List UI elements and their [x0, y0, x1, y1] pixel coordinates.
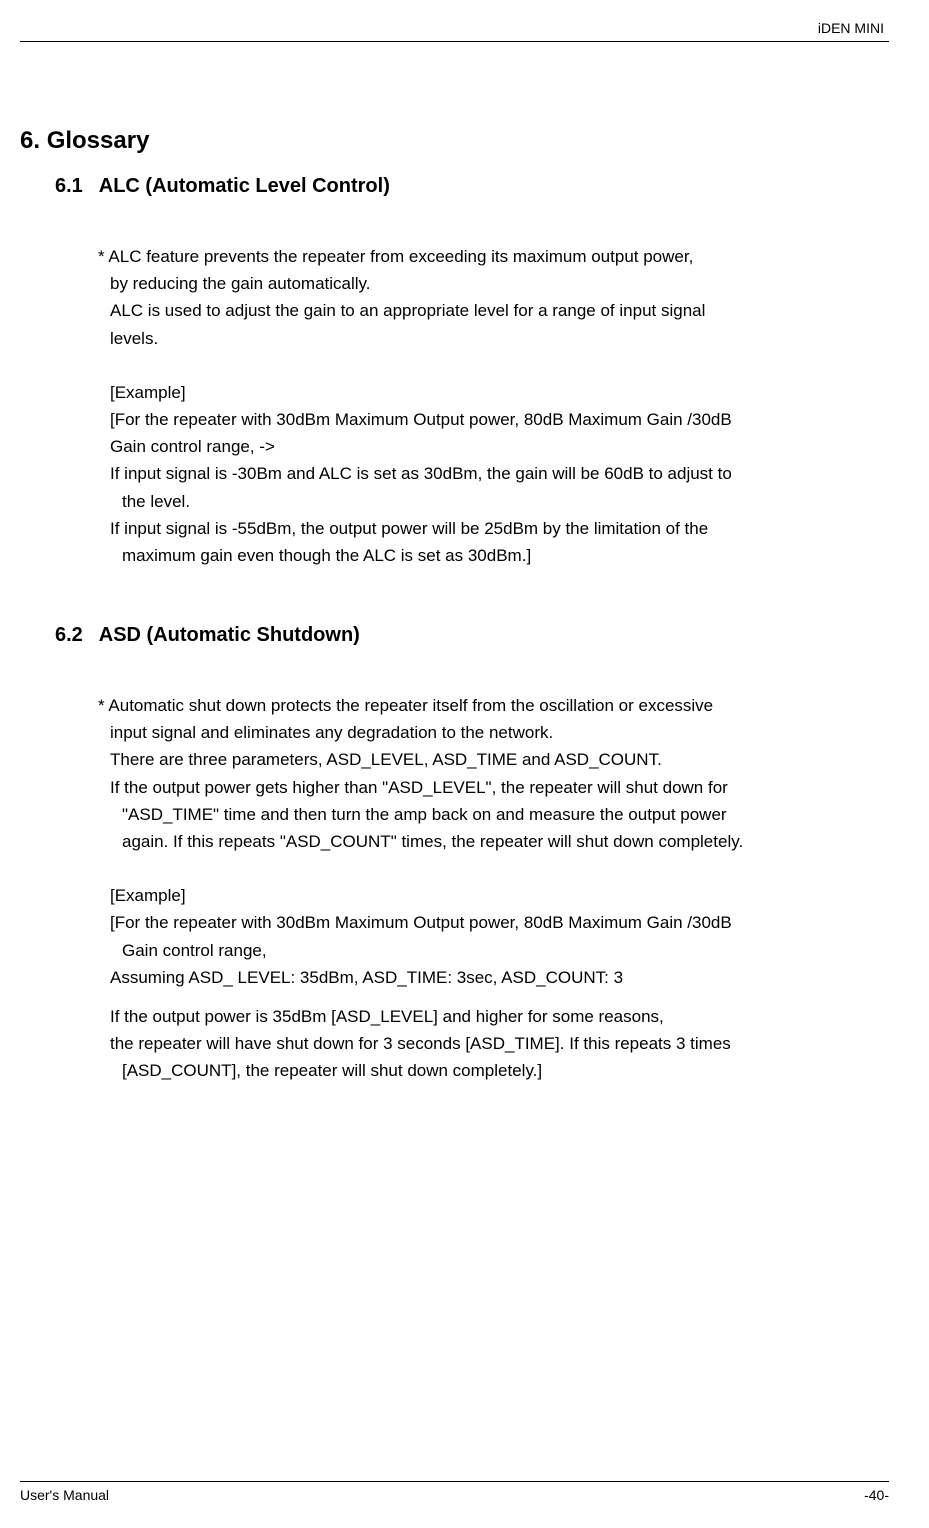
- section-number: 6.: [20, 127, 40, 154]
- page-footer: User's Manual -40-: [20, 1481, 889, 1503]
- text-line: [For the repeater with 30dBm Maximum Out…: [98, 909, 884, 936]
- subsection1-number: 6.1: [55, 175, 83, 197]
- text-line: [Example]: [98, 882, 884, 909]
- text-line: [ASD_COUNT], the repeater will shut down…: [98, 1057, 884, 1084]
- text-line: maximum gain even though the ALC is set …: [98, 542, 884, 569]
- subsection-title-1: 6.1 ALC (Automatic Level Control): [55, 175, 889, 198]
- text-line: ALC is used to adjust the gain to an app…: [98, 297, 884, 324]
- section-title-text: Glossary: [47, 127, 150, 154]
- text-line: input signal and eliminates any degradat…: [98, 719, 884, 746]
- subsection2-body: * Automatic shut down protects the repea…: [98, 692, 884, 1084]
- subsection1-title-text: ALC (Automatic Level Control): [99, 175, 390, 197]
- text-line: * Automatic shut down protects the repea…: [98, 692, 884, 719]
- text-line: the level.: [98, 488, 884, 515]
- text-line: Assuming ASD_ LEVEL: 35dBm, ASD_TIME: 3s…: [98, 964, 884, 991]
- subsection-title-2: 6.2 ASD (Automatic Shutdown): [55, 624, 889, 647]
- text-line: * ALC feature prevents the repeater from…: [98, 243, 884, 270]
- text-line: Gain control range,: [98, 937, 884, 964]
- subsection2-title-text: ASD (Automatic Shutdown): [99, 624, 360, 646]
- footer-right: -40-: [864, 1487, 889, 1503]
- text-line: again. If this repeats "ASD_COUNT" times…: [98, 828, 884, 855]
- text-line: If the output power is 35dBm [ASD_LEVEL]…: [98, 1003, 884, 1030]
- page-content: 6. Glossary 6.1 ALC (Automatic Level Con…: [20, 127, 889, 1085]
- page-header: iDEN MINI: [20, 20, 889, 42]
- footer-left: User's Manual: [20, 1487, 109, 1503]
- text-line: by reducing the gain automatically.: [98, 270, 884, 297]
- text-line: There are three parameters, ASD_LEVEL, A…: [98, 746, 884, 773]
- text-line: the repeater will have shut down for 3 s…: [98, 1030, 884, 1057]
- section-title: 6. Glossary: [20, 127, 889, 155]
- header-title: iDEN MINI: [818, 20, 884, 36]
- page-container: iDEN MINI 6. Glossary 6.1 ALC (Automatic…: [0, 0, 929, 1528]
- text-line: If input signal is -55dBm, the output po…: [98, 515, 884, 542]
- text-line: levels.: [98, 325, 884, 352]
- text-line: If the output power gets higher than "AS…: [98, 774, 884, 801]
- text-line: If input signal is -30Bm and ALC is set …: [98, 460, 884, 487]
- text-line: [For the repeater with 30dBm Maximum Out…: [98, 406, 884, 433]
- subsection1-body: * ALC feature prevents the repeater from…: [98, 243, 884, 569]
- text-line: [Example]: [98, 379, 884, 406]
- subsection2-number: 6.2: [55, 624, 83, 646]
- text-line: "ASD_TIME" time and then turn the amp ba…: [98, 801, 884, 828]
- text-line: Gain control range, ->: [98, 433, 884, 460]
